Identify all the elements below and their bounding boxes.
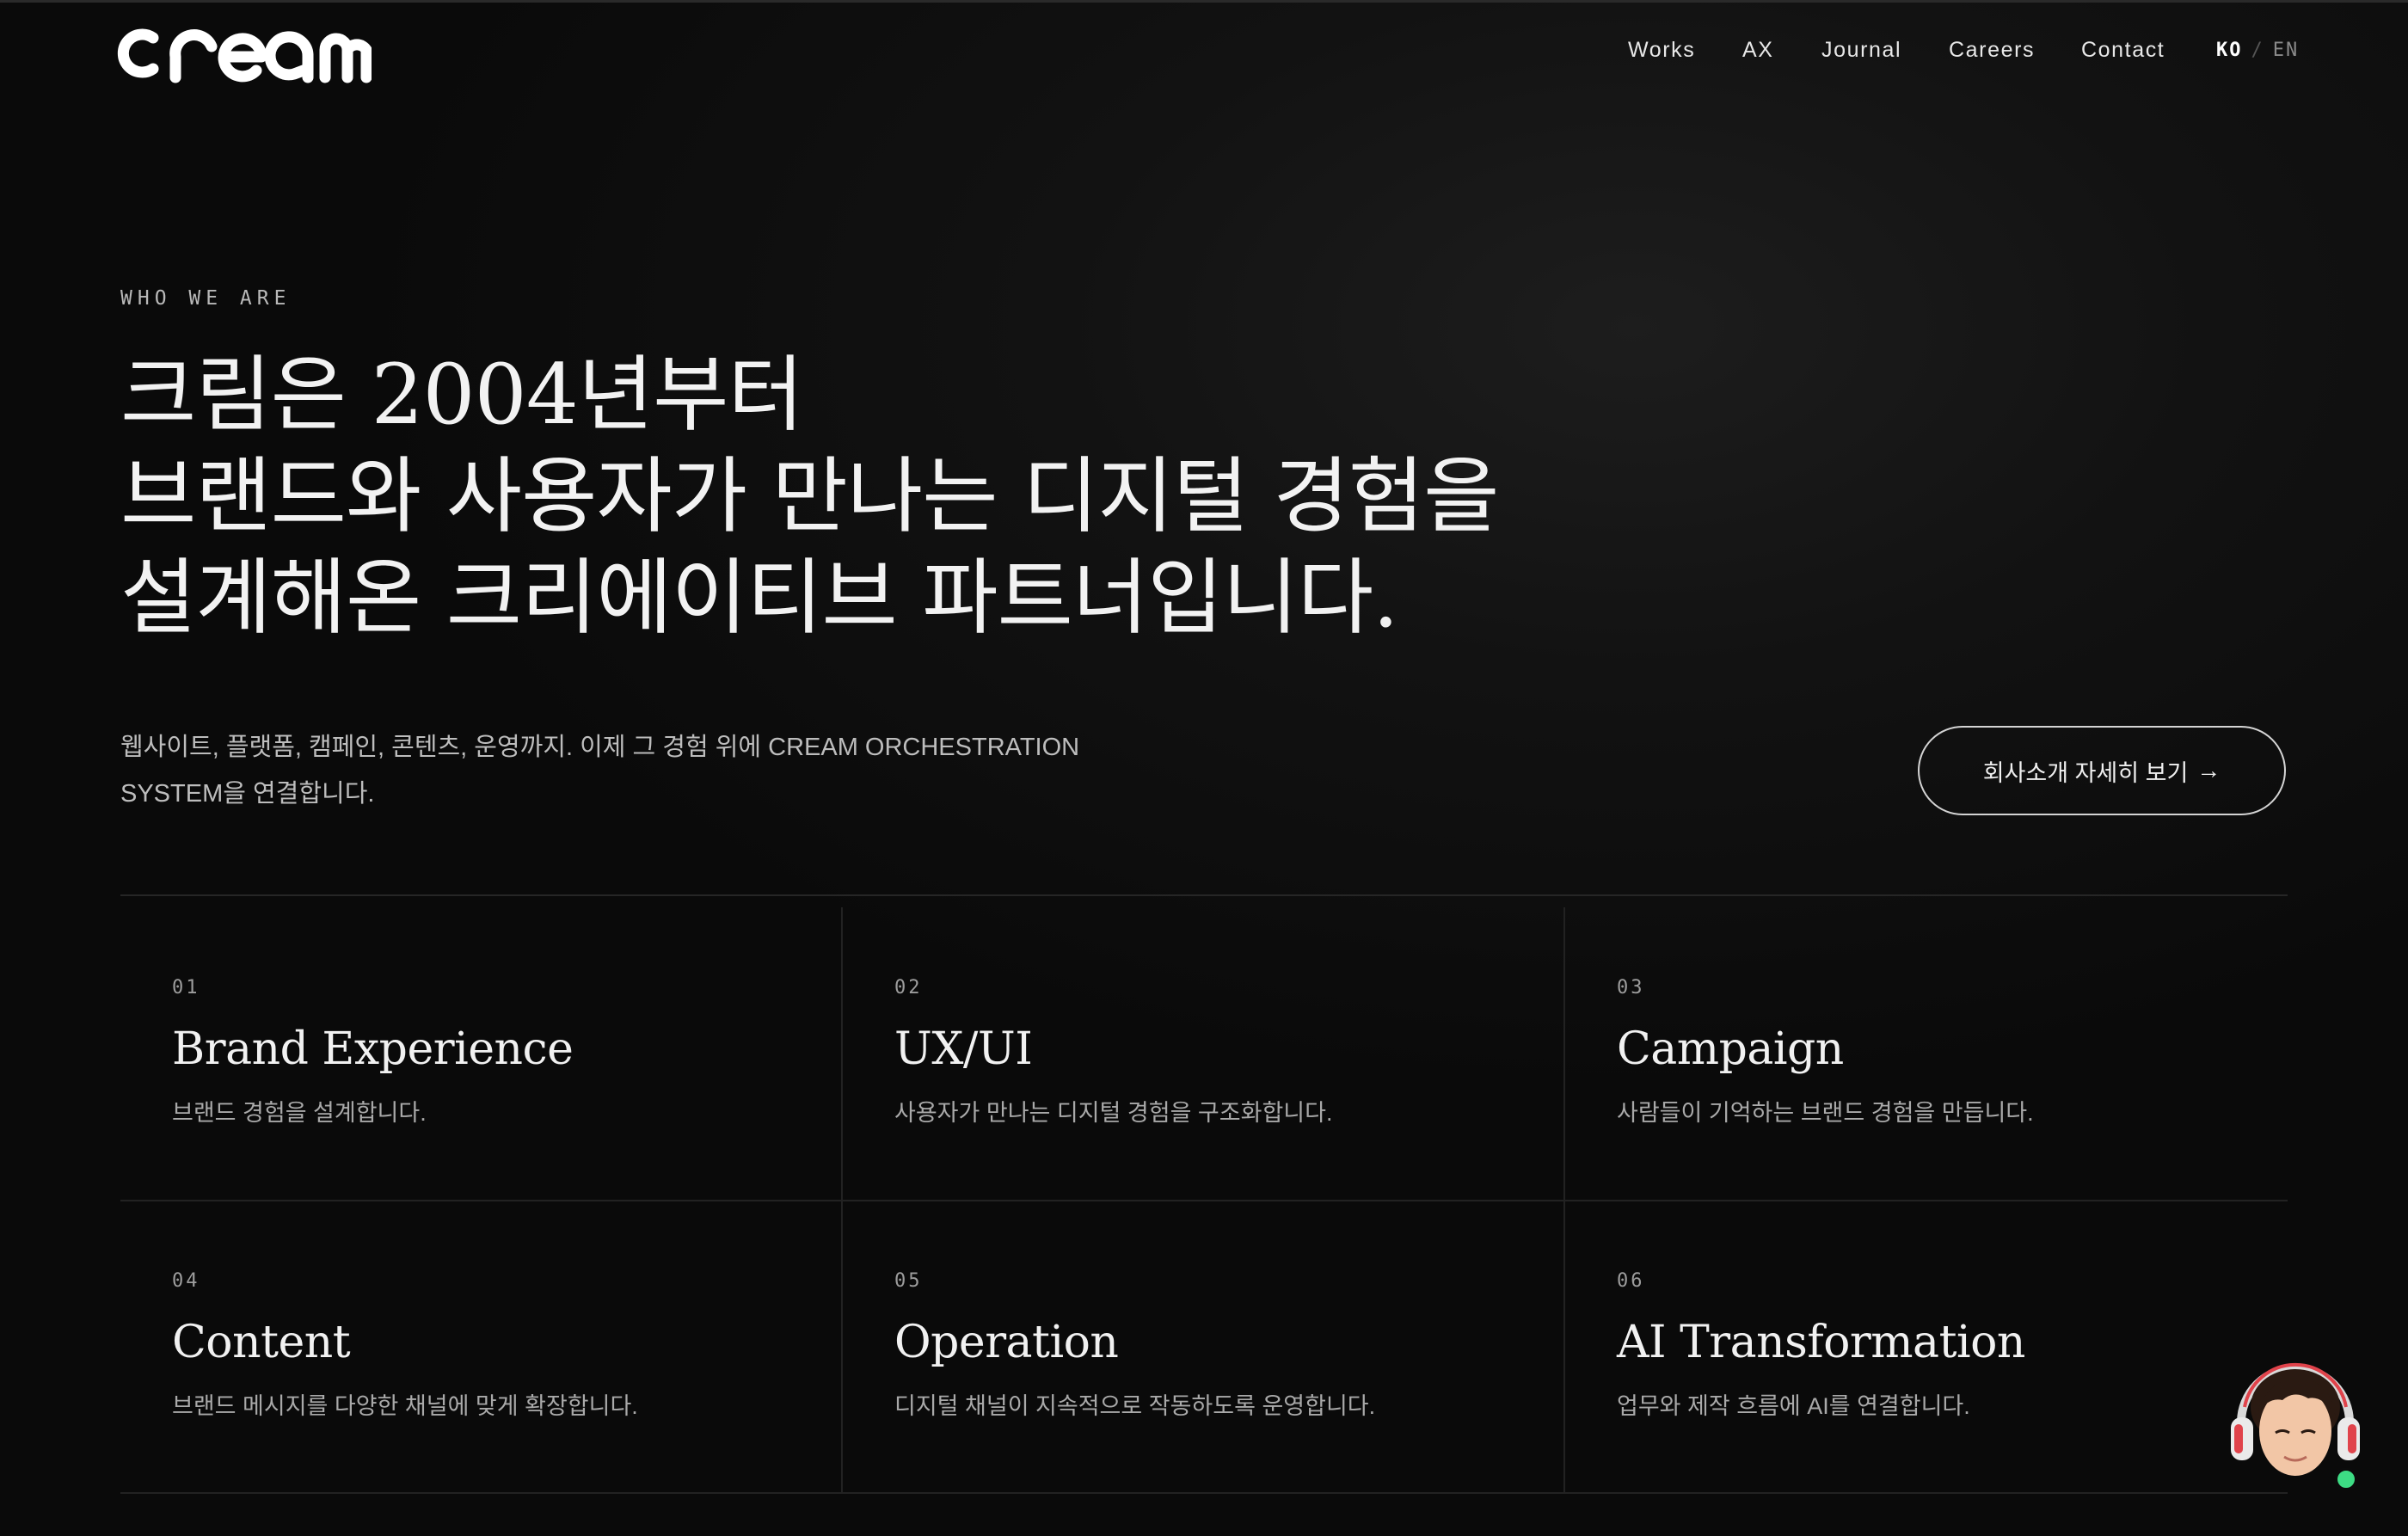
- nav-careers[interactable]: Careers: [1949, 38, 2035, 63]
- hero-headline: 크림은 2004년부터 브랜드와 사용자가 만나는 디지털 경험을 설계해온 크…: [120, 344, 1754, 648]
- service-card-operation[interactable]: 05 Operation 디지털 채널이 지속적으로 작동하도록 운영합니다.: [894, 1270, 1600, 1528]
- avatar-face-icon: [2231, 1362, 2360, 1476]
- main-nav: Works AX Journal Careers Contact KO / EN: [0, 38, 2408, 69]
- headline-line-1: 크림은 2004년부터: [120, 347, 804, 443]
- nav-ax[interactable]: AX: [1742, 38, 1774, 63]
- service-card-ux-ui[interactable]: 02 UX/UI 사용자가 만나는 디지털 경험을 구조화합니다.: [894, 977, 1600, 1235]
- service-description: 브랜드 메시지를 다양한 채널에 맞게 확장합니다.: [172, 1393, 638, 1419]
- service-number: 05: [894, 1270, 923, 1292]
- service-title: Campaign: [1617, 1023, 1844, 1075]
- service-number: 02: [894, 977, 923, 998]
- service-number: 04: [172, 1270, 200, 1292]
- intro-line-2: SYSTEM을 연결합니다.: [120, 780, 375, 808]
- hero-intro: 웹사이트, 플랫폼, 캠페인, 콘텐츠, 운영까지. 이제 그 경험 위에 CR…: [120, 724, 1187, 817]
- headline-line-3: 설계해온 크리에이티브 파트너입니다.: [120, 550, 1399, 646]
- service-title: UX/UI: [894, 1023, 1033, 1075]
- service-card-campaign[interactable]: 03 Campaign 사람들이 기억하는 브랜드 경험을 만듭니다.: [1617, 977, 2322, 1235]
- language-switcher: KO / EN: [2216, 40, 2299, 61]
- online-status-dot: [2334, 1467, 2358, 1491]
- service-description: 사람들이 기억하는 브랜드 경험을 만듭니다.: [1617, 1100, 2034, 1126]
- section-eyebrow: WHO WE ARE: [120, 287, 292, 310]
- grid-divider-top: [120, 894, 2288, 896]
- lang-ko[interactable]: KO: [2216, 40, 2243, 61]
- nav-works[interactable]: Works: [1628, 38, 1695, 63]
- nav-contact[interactable]: Contact: [2081, 38, 2165, 63]
- lang-en[interactable]: EN: [2273, 40, 2300, 61]
- nav-journal[interactable]: Journal: [1821, 38, 1901, 63]
- service-card-brand-experience[interactable]: 01 Brand Experience 브랜드 경험을 설계합니다.: [172, 977, 877, 1235]
- service-title: AI Transformation: [1617, 1317, 2025, 1368]
- service-card-ai-transformation[interactable]: 06 AI Transformation 업무와 제작 흐름에 AI를 연결합니…: [1617, 1270, 2322, 1528]
- service-number: 06: [1617, 1270, 1645, 1292]
- service-title: Operation: [894, 1317, 1119, 1368]
- service-description: 업무와 제작 흐름에 AI를 연결합니다.: [1617, 1393, 1970, 1419]
- assistant-avatar[interactable]: [2226, 1347, 2365, 1493]
- service-description: 디지털 채널이 지속적으로 작동하도록 운영합니다.: [894, 1393, 1376, 1419]
- lang-separator: /: [2251, 40, 2264, 61]
- service-title: Content: [172, 1317, 351, 1368]
- intro-line-1: 웹사이트, 플랫폼, 캠페인, 콘텐츠, 운영까지. 이제 그 경험 위에 CR…: [120, 734, 1080, 761]
- service-number: 01: [172, 977, 200, 998]
- service-number: 03: [1617, 977, 1645, 998]
- service-title: Brand Experience: [172, 1023, 574, 1075]
- service-description: 브랜드 경험을 설계합니다.: [172, 1100, 427, 1126]
- arrow-right-icon: →: [2196, 757, 2221, 783]
- headline-line-2: 브랜드와 사용자가 만나는 디지털 경험을: [120, 448, 1500, 544]
- about-company-button[interactable]: 회사소개 자세히 보기 →: [1918, 726, 2286, 815]
- service-description: 사용자가 만나는 디지털 경험을 구조화합니다.: [894, 1100, 1333, 1126]
- top-border: [0, 0, 2408, 3]
- about-company-label: 회사소개 자세히 보기: [1982, 759, 2189, 786]
- service-card-content[interactable]: 04 Content 브랜드 메시지를 다양한 채널에 맞게 확장합니다.: [172, 1270, 877, 1528]
